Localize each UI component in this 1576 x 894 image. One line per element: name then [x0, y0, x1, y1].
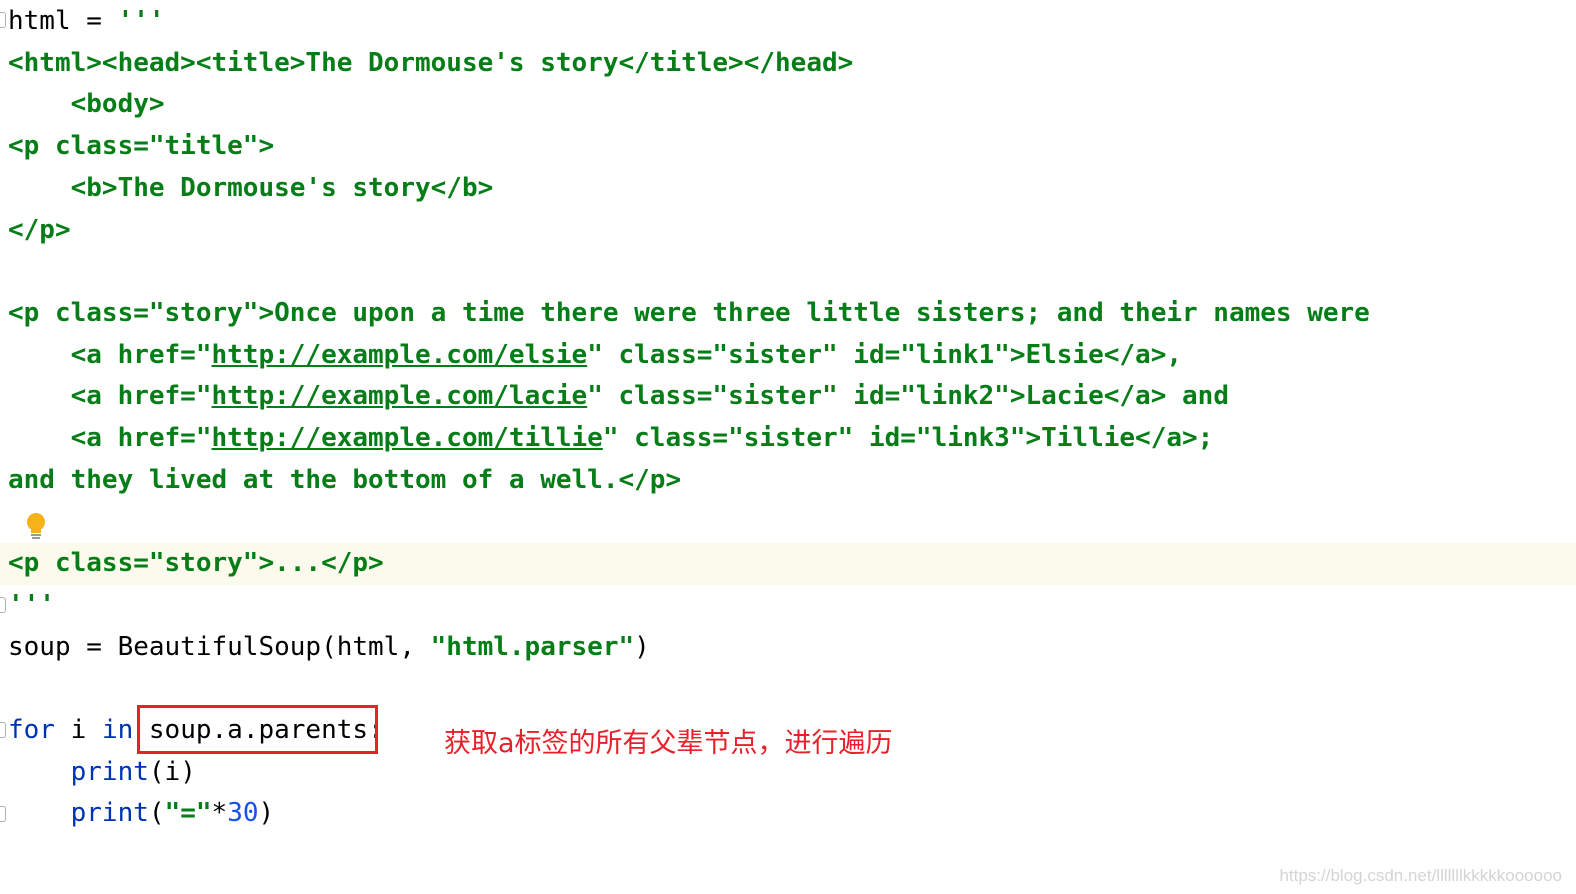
code-line[interactable]: <a href="http://example.com/lacie" class… [8, 375, 1229, 417]
code-token: and they lived at the bottom of a well.<… [8, 465, 682, 495]
code-token: http://example.com/tillie [211, 423, 603, 453]
code-editor[interactable]: html = ''' <html><head><title>The Dormous… [0, 0, 1576, 894]
code-token: <body> [8, 89, 165, 119]
fold-marker-icon[interactable] [0, 806, 6, 822]
code-token: html = [8, 6, 118, 36]
code-line[interactable]: ''' [8, 584, 55, 626]
code-line[interactable]: print("="*30) [8, 792, 275, 834]
code-token: <a href=" [8, 340, 212, 370]
code-line[interactable]: <p class="story">Once upon a time there … [8, 292, 1370, 334]
code-token: in [101, 715, 134, 745]
code-line[interactable]: <a href="http://example.com/tillie" clas… [8, 417, 1214, 459]
fold-marker-icon[interactable] [0, 722, 6, 738]
code-token: http://example.com/elsie [211, 340, 588, 370]
code-token: " class="sister" id="link2">Lacie</a> an… [587, 381, 1229, 411]
fold-marker-icon[interactable] [0, 12, 6, 28]
code-line[interactable]: <a href="http://example.com/elsie" class… [8, 334, 1182, 376]
code-token: <a href=" [8, 381, 212, 411]
lightbulb-icon[interactable] [24, 512, 48, 542]
code-token: <p class="story">Once upon a time there … [8, 298, 1370, 328]
code-token: ) [258, 798, 275, 828]
code-token: i [54, 715, 102, 745]
code-token: 30 [227, 798, 259, 828]
code-line[interactable]: soup = BeautifulSoup(html, "html.parser"… [8, 626, 650, 668]
annotation-text: 获取a标签的所有父辈节点，进行遍历 [444, 728, 893, 759]
code-line[interactable]: <body> [8, 83, 165, 125]
code-token: for [8, 715, 55, 745]
code-line[interactable]: print(i) [8, 751, 196, 793]
code-line[interactable]: <b>The Dormouse's story</b> [8, 167, 494, 209]
code-token: "html.parser" [430, 632, 635, 662]
code-token: soup = BeautifulSoup(html, [8, 632, 431, 662]
code-token: print [70, 798, 149, 828]
code-token: print [70, 757, 149, 787]
watermark: https://blog.csdn.net/lllllllkkkkkoooooo [1279, 866, 1562, 885]
code-line[interactable]: html = ''' [8, 0, 165, 42]
code-token: <p class="title"> [8, 131, 275, 161]
code-line[interactable]: </p> [8, 209, 71, 251]
fold-marker-icon[interactable] [0, 597, 6, 613]
code-token: (i) [148, 757, 196, 787]
code-token: ) [634, 632, 650, 662]
code-line[interactable]: <p class="title"> [8, 125, 274, 167]
code-token: * [211, 798, 228, 828]
code-token: ''' [117, 6, 165, 36]
code-token: <html><head><title>The Dormouse's story<… [8, 48, 854, 78]
code-line[interactable]: <html><head><title>The Dormouse's story<… [8, 42, 853, 84]
code-token: <p class="story">...</p> [8, 548, 384, 578]
code-token: " class="sister" id="link3">Tillie</a>; [602, 423, 1214, 453]
code-token: <a href=" [8, 423, 212, 453]
code-token: "=" [164, 798, 212, 828]
code-token: ''' [8, 590, 55, 620]
code-token: " class="sister" id="link1">Elsie</a>, [587, 340, 1183, 370]
annotation-highlight-box [137, 705, 378, 754]
code-line[interactable]: and they lived at the bottom of a well.<… [8, 459, 681, 501]
code-token: http://example.com/lacie [211, 381, 588, 411]
code-line[interactable]: <p class="story">...</p> [8, 542, 384, 584]
code-token: <b>The Dormouse's story</b> [8, 173, 494, 203]
code-token: </p> [8, 215, 71, 245]
code-token: ( [148, 798, 165, 828]
